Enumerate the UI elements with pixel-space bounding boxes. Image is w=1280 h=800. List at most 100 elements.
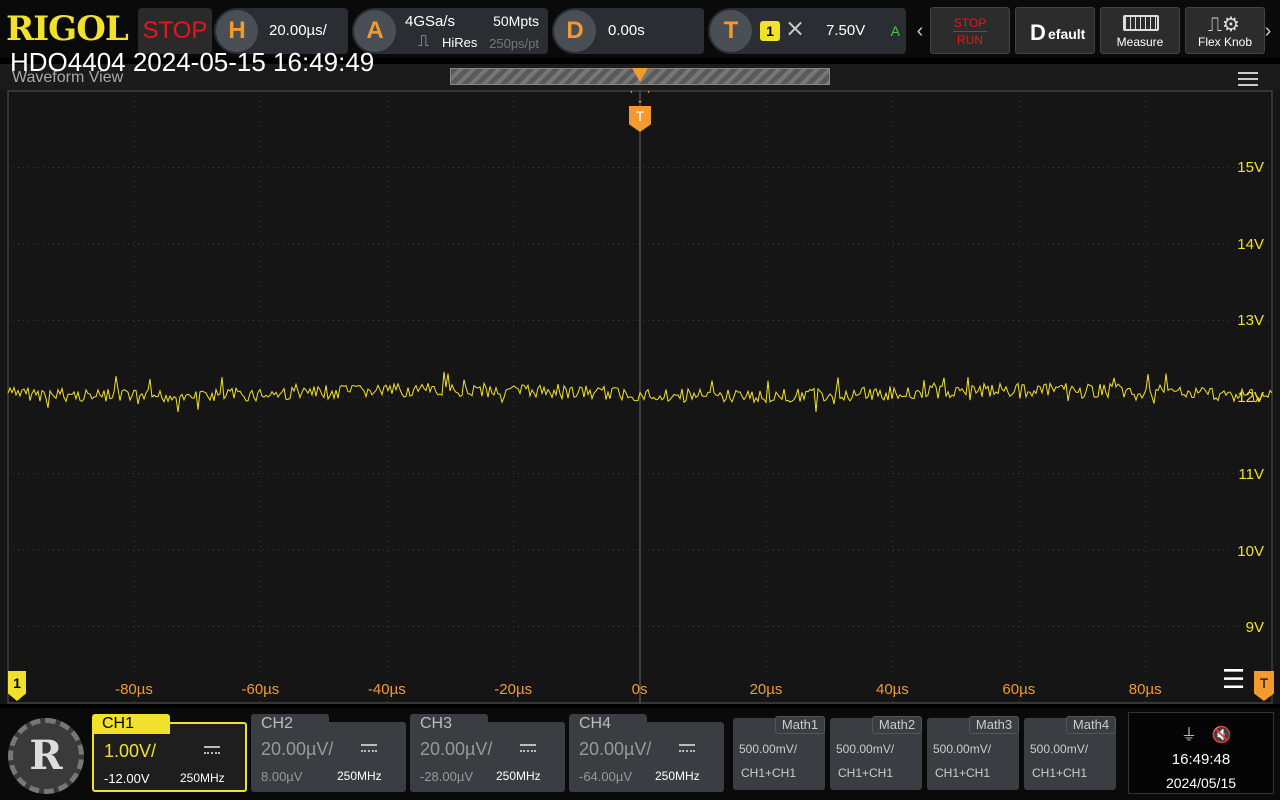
- trigger-mode: A: [890, 23, 900, 39]
- channel-scale: 20.00µV/: [579, 739, 652, 759]
- status-icons: ⏚ 🔇: [1181, 721, 1231, 745]
- channel-tab[interactable]: CH4: [569, 714, 647, 734]
- math-expression: CH1+CH1: [838, 766, 894, 780]
- time-label: 40µs: [875, 681, 909, 698]
- screenshot-title: HDO4404 2024-05-15 16:49:49: [10, 47, 375, 77]
- trigger-icon: T: [710, 10, 752, 52]
- delay-icon: D: [554, 10, 596, 52]
- acquire-icon: A: [354, 10, 396, 52]
- run-label: RUN: [957, 33, 983, 47]
- trigger-panel[interactable]: T 1 ⨯ 7.50V A: [708, 8, 906, 54]
- flex-knob-label: Flex Knob: [1197, 35, 1253, 49]
- math-panel-4[interactable]: Math4 500.00mV/CH1+CH1: [1024, 716, 1116, 790]
- voltage-label: 15V: [1237, 159, 1264, 176]
- math-tab[interactable]: Math3: [969, 716, 1019, 734]
- trigger-level: 7.50V: [826, 22, 866, 39]
- channel-tab[interactable]: CH2: [251, 714, 329, 734]
- channel-scale: 20.00µV/: [420, 739, 493, 759]
- voltage-label: 9V: [1245, 619, 1264, 637]
- math-panel-3[interactable]: Math3 500.00mV/CH1+CH1: [927, 716, 1019, 790]
- dc-coupling-icon: [520, 744, 536, 752]
- math-scale: 500.00mV/: [739, 742, 798, 756]
- dc-coupling-icon: [679, 744, 695, 752]
- memory-depth: 50Mpts: [493, 13, 539, 29]
- channel-panel-ch2[interactable]: CH2 20.00µV/8.00µV 250MHz: [251, 714, 406, 792]
- channel-tab[interactable]: CH1: [92, 714, 170, 734]
- time-label: 80µs: [1128, 681, 1162, 698]
- stop-run-button[interactable]: STOP RUN: [930, 7, 1010, 54]
- math-scale: 500.00mV/: [836, 742, 895, 756]
- channel-tab[interactable]: CH3: [410, 714, 488, 734]
- chevron-left-icon[interactable]: ‹: [914, 8, 926, 54]
- flex-knob-button[interactable]: ⎍⚙ Flex Knob: [1185, 7, 1265, 54]
- math-tab[interactable]: Math1: [775, 716, 825, 734]
- time-label: -60µs: [241, 681, 280, 698]
- delay-value: 0.00s: [608, 22, 645, 39]
- channel-offset: -28.00µV: [420, 769, 474, 784]
- math-panel-1[interactable]: Math1 500.00mV/CH1+CH1: [733, 716, 825, 790]
- acquire-panel[interactable]: A 4GSa/s 50Mpts ⎍ HiRes 250ps/pt: [352, 8, 548, 54]
- waveform-canvas: [7, 90, 1273, 704]
- resolution: 250ps/pt: [489, 36, 539, 51]
- math-expression: CH1+CH1: [935, 766, 991, 780]
- math-expression: CH1+CH1: [741, 766, 797, 780]
- horizontal-icon: H: [216, 10, 258, 52]
- channel-offset: -12.00V: [104, 771, 150, 786]
- status-panel: ⏚ 🔇 16:49:48 2024/05/15: [1128, 712, 1274, 794]
- voltage-label: 13V: [1237, 312, 1264, 330]
- stop-label: STOP: [953, 16, 987, 30]
- acquire-mode: HiRes: [442, 35, 478, 50]
- time-label: -80µs: [115, 681, 153, 698]
- channel-offset: 8.00µV: [261, 769, 303, 784]
- sample-rate: 4GSa/s: [405, 13, 456, 30]
- chevron-right-icon[interactable]: ›: [1262, 8, 1274, 54]
- usb-icon: ⏚: [1181, 727, 1198, 744]
- channel-bandwidth: 250MHz: [337, 769, 382, 783]
- default-label: efault: [1048, 26, 1086, 42]
- voltage-label: 11V: [1238, 465, 1264, 483]
- quick-menu-icon[interactable]: ☰: [1222, 666, 1245, 692]
- time-label: 60µs: [1002, 681, 1036, 698]
- default-button[interactable]: D efault: [1015, 7, 1095, 54]
- clock: 16:49:48: [1171, 751, 1231, 768]
- dc-coupling-icon: [361, 744, 377, 752]
- waveform-grid[interactable]: [0, 90, 1280, 704]
- math-scale: 500.00mV/: [1030, 742, 1089, 756]
- measure-label: Measure: [1116, 35, 1164, 49]
- speaker-mute-icon[interactable]: 🔇: [1211, 727, 1231, 744]
- channel-panel-ch1[interactable]: CH1 1.00V/ -12.00V 250MHz: [92, 714, 247, 792]
- voltage-label: 14V: [1237, 235, 1264, 253]
- menu-icon[interactable]: [1238, 72, 1258, 86]
- delay-panel[interactable]: D 0.00s: [552, 8, 704, 54]
- math-tab[interactable]: Math4: [1066, 716, 1116, 734]
- voltage-label: 10V: [1237, 542, 1264, 560]
- measure-button[interactable]: Measure: [1100, 7, 1180, 54]
- timebase-value: 20.00µs/: [269, 22, 327, 39]
- trigger-source-badge: 1: [760, 21, 780, 41]
- ruler-icon: [1123, 15, 1159, 31]
- hires-waveform-icon: ⎍: [418, 33, 430, 50]
- channel-scale: 20.00µV/: [261, 739, 334, 759]
- channel-bandwidth: 250MHz: [496, 769, 541, 783]
- date: 2024/05/15: [1165, 775, 1237, 791]
- channel-bandwidth: 250MHz: [180, 771, 225, 785]
- time-label: -40µs: [367, 681, 406, 698]
- channel-panel-ch4[interactable]: CH4 20.00µV/ -64.00µV 250MHz: [569, 714, 724, 792]
- dc-coupling-icon: [204, 746, 220, 754]
- channel-bandwidth: 250MHz: [655, 769, 700, 783]
- flex-knob-icon: ⎍⚙: [1208, 14, 1240, 36]
- math-scale: 500.00mV/: [933, 742, 992, 756]
- time-label: 20µs: [749, 681, 783, 698]
- channel-offset: -64.00µV: [579, 769, 633, 784]
- time-label: -20µs: [494, 681, 533, 698]
- brand-logo: RIGOL: [6, 9, 129, 49]
- channel-scale: 1.00V/: [104, 741, 157, 761]
- math-expression: CH1+CH1: [1032, 766, 1088, 780]
- voltage-label: 12V: [1237, 389, 1264, 407]
- math-panel-2[interactable]: Math2 500.00mV/CH1+CH1: [830, 716, 922, 790]
- stop-run-divider: [953, 31, 987, 32]
- default-big-letter: D: [1030, 20, 1046, 45]
- home-gear-icon[interactable]: R: [8, 718, 84, 794]
- math-tab[interactable]: Math2: [872, 716, 922, 734]
- channel-panel-ch3[interactable]: CH3 20.00µV/ -28.00µV 250MHz: [410, 714, 565, 792]
